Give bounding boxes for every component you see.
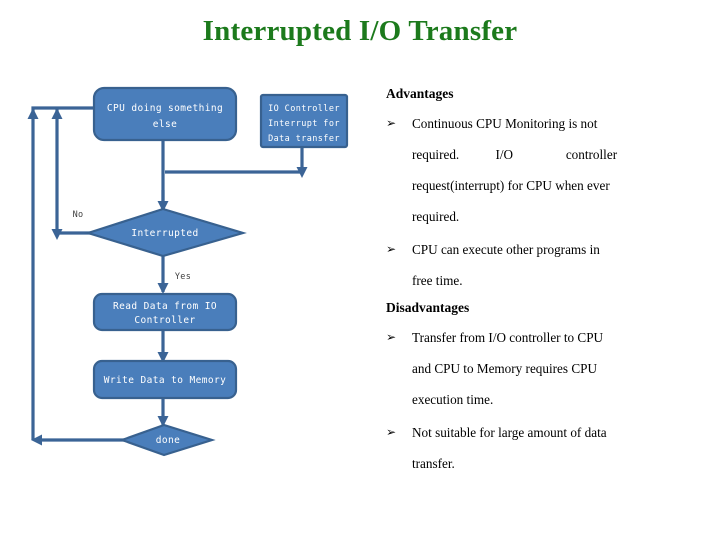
disadvantages-bullet-1-line-2: and CPU to Memory requires CPU	[412, 361, 597, 376]
advantages-bullet-1: ➢ Continuous CPU Monitoring is not requi…	[386, 108, 686, 232]
text-panel: Advantages ➢ Continuous CPU Monitoring i…	[386, 84, 686, 481]
arrowhead-no-up	[51, 108, 63, 119]
disadvantages-bullet-2-text: Not suitable for large amount of data tr…	[412, 417, 686, 479]
node-interrupted-decision[interactable]: Interrupted	[84, 207, 247, 258]
arrowhead-done-up	[27, 108, 39, 119]
advantages-bullet-1-line-2: required. I/O controller	[412, 147, 618, 162]
page-title: Interrupted I/O Transfer	[202, 15, 518, 47]
disadvantages-bullet-2-line-2: transfer.	[412, 456, 455, 471]
advantages-bullet-1-text: Continuous CPU Monitoring is not require…	[412, 108, 686, 232]
node-write-label: Write Data to Memory	[104, 375, 226, 386]
flowchart-diagram: CPU doing something else IO Controller I…	[0, 70, 370, 490]
node-cpu-shape	[92, 86, 238, 142]
disadvantages-heading: Disadvantages	[386, 300, 470, 315]
node-io-line-3: Data transfer	[268, 134, 340, 144]
edge-label-no: No	[73, 210, 84, 220]
node-cpu-doing-something-else[interactable]: CPU doing something else	[92, 86, 238, 142]
node-io-line-2: Interrupt for	[268, 119, 340, 129]
node-done[interactable]: done	[118, 423, 216, 457]
node-io-line-1: IO Controller	[268, 104, 340, 114]
advantages-bullet-2: ➢ CPU can execute other programs in free…	[386, 234, 686, 296]
bullet-arrow-icon: ➢	[386, 116, 397, 130]
advantages-bullet-2-line-2: free time.	[412, 273, 463, 288]
bullet-arrow-icon: ➢	[386, 425, 397, 439]
node-read-line-2: Controller	[134, 315, 195, 326]
node-read-data-from-io-controller[interactable]: Read Data from IO Controller	[92, 292, 238, 332]
advantages-bullet-1-line-3: request(interrupt) for CPU when ever	[412, 178, 610, 193]
node-write-data-to-memory[interactable]: Write Data to Memory	[92, 359, 238, 400]
slide-canvas: Interrupted I/O Transfer CPU doing somet…	[0, 0, 720, 540]
node-cpu-line-1: CPU doing something	[107, 103, 223, 114]
bullet-arrow-icon: ➢	[386, 330, 397, 344]
node-cpu-line-2: else	[153, 119, 177, 130]
advantages-heading: Advantages	[386, 86, 454, 101]
node-io-controller-interrupt[interactable]: IO Controller Interrupt for Data transfe…	[259, 93, 349, 149]
bullet-arrow-icon: ➢	[386, 242, 397, 256]
advantages-bullet-2-line-1: CPU can execute other programs in	[412, 242, 600, 257]
node-decision-label: Interrupted	[131, 228, 198, 239]
advantages-bullet-2-text: CPU can execute other programs in free t…	[412, 234, 686, 296]
disadvantages-bullet-1-line-3: execution time.	[412, 392, 494, 407]
disadvantages-bullet-1-line-1: Transfer from I/O controller to CPU	[412, 330, 604, 345]
advantages-bullet-1-line-4: required.	[412, 209, 460, 224]
disadvantages-bullet-2: ➢ Not suitable for large amount of data …	[386, 417, 686, 479]
node-done-label: done	[156, 435, 180, 446]
advantages-bullet-1-line-1: Continuous CPU Monitoring is not	[412, 116, 598, 131]
edge-label-yes: Yes	[175, 272, 191, 282]
disadvantages-bullet-2-line-1: Not suitable for large amount of data	[412, 425, 607, 440]
disadvantages-bullet-1-text: Transfer from I/O controller to CPU and …	[412, 322, 686, 415]
arrowhead-into-read	[157, 283, 169, 294]
node-read-line-1: Read Data from IO	[113, 301, 217, 312]
disadvantages-bullet-1: ➢ Transfer from I/O controller to CPU an…	[386, 322, 686, 415]
